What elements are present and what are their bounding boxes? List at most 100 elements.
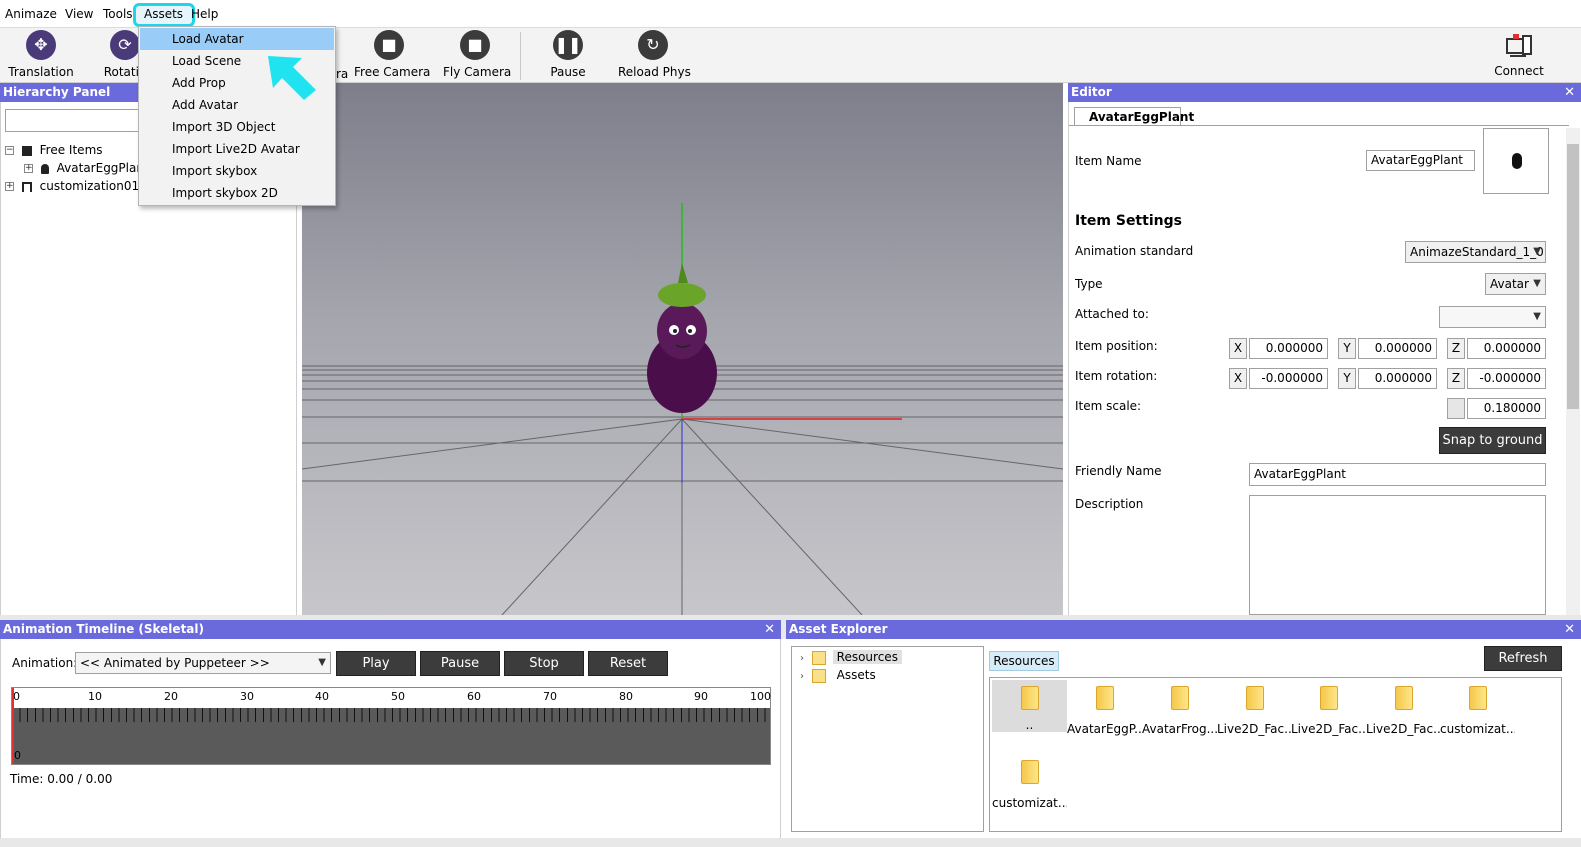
connect-device-icon: [1506, 34, 1532, 57]
rotation-x-axis: X: [1229, 368, 1247, 389]
tree-item-assets[interactable]: › Assets: [800, 668, 880, 683]
menu-tools[interactable]: Tools: [103, 7, 133, 21]
folder-icon: [21, 145, 32, 156]
item-name-label: Item Name: [1075, 154, 1142, 168]
editor-panel: AvatarEggPlant Item Name AvatarEggPlant …: [1068, 102, 1581, 615]
expand-icon[interactable]: +: [5, 182, 14, 191]
toolbar-separator: [520, 32, 521, 80]
close-icon[interactable]: ✕: [764, 620, 775, 639]
fly-camera-button[interactable]: ■ Fly Camera: [443, 30, 511, 82]
position-z-field[interactable]: 0.000000: [1467, 338, 1546, 359]
play-button[interactable]: Play: [336, 651, 416, 676]
menu-item-import-3d-object[interactable]: Import 3D Object: [140, 116, 334, 138]
animation-standard-label: Animation standard: [1075, 244, 1194, 258]
position-y-axis: Y: [1338, 338, 1356, 359]
expand-icon[interactable]: +: [24, 164, 33, 173]
chevron-down-icon: ▼: [1533, 246, 1541, 257]
animation-standard-select[interactable]: AnimazeStandard_1_0 ▼: [1405, 241, 1546, 263]
menu-item-import-skybox-2d[interactable]: Import skybox 2D: [140, 182, 334, 204]
description-textarea[interactable]: [1249, 495, 1546, 615]
asset-explorer-header: Asset Explorer ✕: [786, 620, 1581, 639]
video-camera-icon: ■: [460, 30, 490, 60]
chevron-right-icon[interactable]: ›: [800, 671, 804, 682]
close-icon[interactable]: ✕: [1564, 83, 1575, 102]
menu-assets[interactable]: Assets: [144, 7, 183, 21]
editor-tab[interactable]: AvatarEggPlant: [1074, 107, 1194, 126]
reload-physics-button[interactable]: ↻ Reload Phys: [618, 30, 691, 82]
snap-to-ground-button[interactable]: Snap to ground: [1439, 427, 1546, 454]
animation-select[interactable]: << Animated by Puppeteer >> ▼: [75, 652, 331, 674]
attached-to-label: Attached to:: [1075, 307, 1149, 321]
folder-item[interactable]: Live2D_Fac...: [1291, 686, 1366, 736]
tree-item-customization-scene[interactable]: + customization01_sc: [5, 179, 158, 193]
menu-help[interactable]: Help: [191, 7, 218, 21]
collapse-icon[interactable]: −: [5, 146, 14, 155]
scale-field[interactable]: 0.180000: [1467, 398, 1546, 419]
folder-icon: [811, 650, 826, 665]
pause-animation-button[interactable]: Pause: [420, 651, 500, 676]
type-select[interactable]: Avatar ▼: [1485, 273, 1546, 295]
menu-item-import-live2d-avatar[interactable]: Import Live2D Avatar: [140, 138, 334, 160]
tree-item-resources[interactable]: › Resources: [800, 650, 902, 665]
rotation-z-axis: Z: [1447, 368, 1465, 389]
connect-button[interactable]: Connect: [1493, 30, 1545, 82]
scene-icon: [21, 181, 32, 192]
folder-item[interactable]: Live2D_Fac...: [1217, 686, 1292, 736]
folder-item[interactable]: customizat...: [1440, 686, 1515, 736]
rotation-y-field[interactable]: 0.000000: [1358, 368, 1437, 389]
editor-scrollbar-thumb[interactable]: [1567, 144, 1579, 409]
hierarchy-search-input[interactable]: [5, 109, 145, 132]
position-x-axis: X: [1229, 338, 1247, 359]
reset-button[interactable]: Reset: [588, 651, 668, 676]
asset-explorer-title: Asset Explorer: [789, 622, 888, 636]
rotation-x-field[interactable]: -0.000000: [1249, 368, 1328, 389]
folder-item[interactable]: AvatarFrog...: [1142, 686, 1217, 736]
attached-to-select[interactable]: ▼: [1439, 306, 1546, 328]
folder-parent[interactable]: ..: [992, 680, 1067, 732]
timeline-ruler[interactable]: 0 10 20 30 40 50 60 70 80 90 100 0: [11, 687, 771, 765]
status-strip: [0, 838, 1581, 847]
camera-tool-button[interactable]: ra: [336, 30, 348, 82]
hierarchy-panel-title: Hierarchy Panel: [3, 85, 111, 99]
folder-icon: [1245, 686, 1264, 710]
tab-underline: [1069, 125, 1569, 126]
chevron-right-icon[interactable]: ›: [800, 653, 804, 664]
translation-tool-button[interactable]: ✥ Translation: [8, 30, 74, 82]
close-icon[interactable]: ✕: [1564, 620, 1575, 639]
breadcrumb-resources[interactable]: Resources: [989, 651, 1059, 671]
folder-item[interactable]: Live2D_Fac...: [1366, 686, 1441, 736]
scale-lock-box[interactable]: [1447, 398, 1465, 419]
pointer-arrow-icon: [268, 56, 316, 100]
rotation-z-field[interactable]: -0.000000: [1467, 368, 1546, 389]
chevron-down-icon: ▼: [1533, 278, 1541, 289]
eggplant-avatar: [647, 263, 717, 413]
pause-icon: ❚❚: [553, 30, 583, 60]
description-label: Description: [1075, 497, 1144, 511]
free-camera-button[interactable]: ■ Free Camera: [354, 30, 430, 82]
eggplant-thumbnail-icon: [1512, 153, 1522, 169]
menu-item-load-avatar[interactable]: Load Avatar: [140, 28, 334, 50]
stop-button[interactable]: Stop: [504, 651, 584, 676]
position-x-field[interactable]: 0.000000: [1249, 338, 1328, 359]
pause-button[interactable]: ❚❚ Pause: [548, 30, 588, 82]
friendly-name-label: Friendly Name: [1075, 464, 1162, 478]
item-scale-label: Item scale:: [1075, 399, 1142, 413]
refresh-button[interactable]: Refresh: [1484, 646, 1562, 671]
item-position-label: Item position:: [1075, 339, 1158, 353]
folder-item[interactable]: customizat...: [992, 760, 1067, 810]
friendly-name-field[interactable]: AvatarEggPlant: [1249, 463, 1546, 486]
menu-animaze[interactable]: Animaze: [5, 7, 57, 21]
folder-item[interactable]: AvatarEggP...: [1067, 686, 1142, 736]
item-name-field[interactable]: AvatarEggPlant: [1366, 150, 1475, 171]
ruler-ticks: [12, 708, 770, 722]
menu-item-import-skybox[interactable]: Import skybox: [140, 160, 334, 182]
tree-item-free-items[interactable]: − Free Items: [5, 143, 103, 157]
scene-viewport[interactable]: [302, 83, 1063, 615]
editor-scrollbar[interactable]: [1566, 128, 1580, 615]
chevron-down-icon: ▼: [1533, 311, 1541, 322]
tree-item-avatar-eggplant[interactable]: + AvatarEggPlant: [24, 161, 149, 175]
position-y-field[interactable]: 0.000000: [1358, 338, 1437, 359]
folder-icon: [811, 668, 826, 683]
asset-grid: .. AvatarEggP... AvatarFrog... Live2D_Fa…: [989, 677, 1562, 832]
menu-view[interactable]: View: [65, 7, 93, 21]
